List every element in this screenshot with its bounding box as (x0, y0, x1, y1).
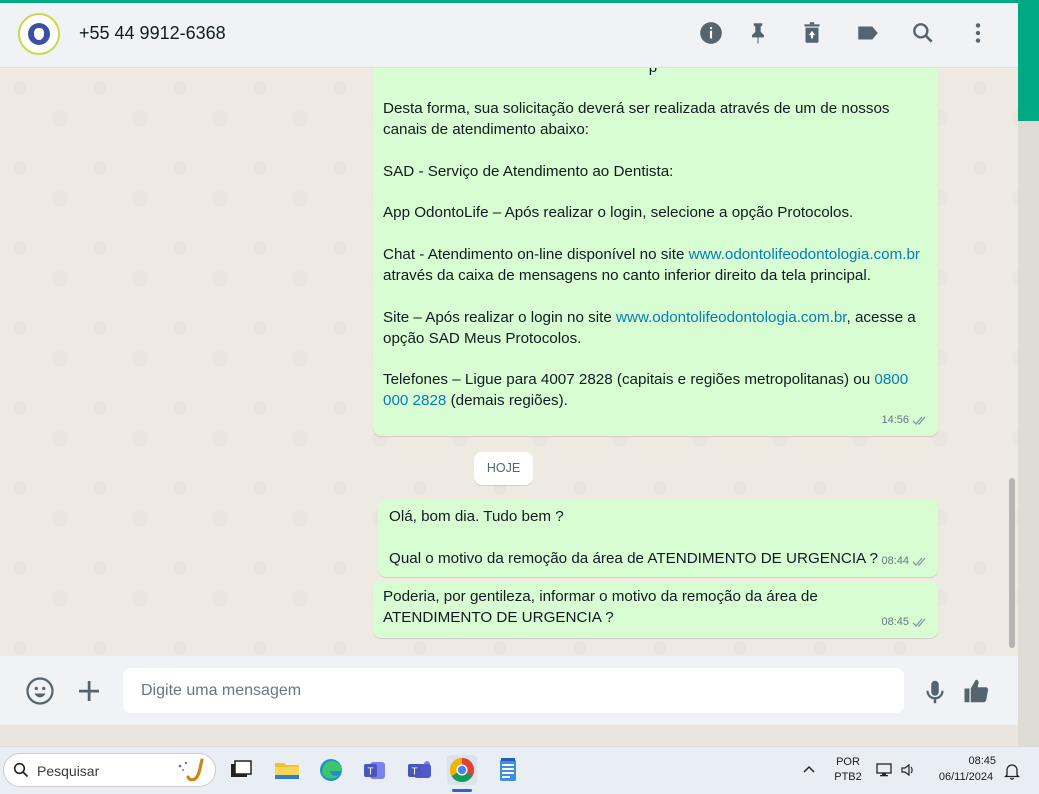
language-code: POR (836, 756, 860, 768)
message-paragraph: Desta forma, sua solicitação deverá ser … (383, 100, 890, 138)
teams-work-icon[interactable]: T (405, 755, 435, 785)
message-time: 14:56 (881, 414, 909, 427)
tooth-icon (34, 28, 44, 40)
pin-icon[interactable] (745, 20, 771, 46)
contact-avatar[interactable] (18, 13, 60, 55)
message-time: 08:44 (881, 555, 909, 568)
microphone-icon[interactable] (920, 677, 950, 707)
taskbar-search-box[interactable]: Pesquisar (3, 753, 216, 787)
window-right-accent (1018, 0, 1039, 121)
clock-date: 06/11/2024 (938, 771, 994, 783)
message-text: p Desta forma, sua solicitação deverá se… (383, 68, 923, 412)
message-list[interactable]: p Desta forma, sua solicitação deverá se… (0, 68, 1018, 656)
attach-plus-icon[interactable] (74, 676, 104, 706)
message-text: Poderia, por gentileza, informar o motiv… (383, 587, 843, 629)
double-check-icon (912, 618, 926, 628)
message-paragraph: Chat - Atendimento on-line disponível no… (383, 245, 923, 287)
chevron-up-icon[interactable] (801, 761, 817, 777)
message-meta: 08:44 (881, 551, 928, 572)
scrollbar-thumb[interactable] (1009, 478, 1015, 648)
clock[interactable]: 08:45 06/11/2024 (928, 755, 1004, 783)
svg-text:T: T (367, 767, 373, 778)
contact-name[interactable]: +55 44 9912-6368 (79, 23, 226, 44)
label-icon[interactable] (855, 20, 881, 46)
message-bubble-outgoing[interactable]: Olá, bom dia. Tudo bem ? Qual o motivo d… (378, 500, 938, 577)
message-bubble-outgoing[interactable]: Poderia, por gentileza, informar o motiv… (373, 581, 938, 638)
message-paragraph: Site – Após realizar o login no site www… (383, 308, 923, 350)
message-paragraph: App OdontoLife – Após realizar o login, … (383, 204, 854, 222)
keyboard-layout: PTB2 (834, 771, 862, 783)
taskbar-search-label: Pesquisar (37, 763, 100, 779)
chrome-icon[interactable] (447, 755, 477, 785)
message-meta: 08:45 (881, 612, 928, 633)
active-app-indicator (452, 789, 472, 792)
saxophone-icon (178, 758, 204, 782)
message-meta: 14:56 (881, 410, 928, 431)
search-icon (13, 762, 29, 778)
website-link[interactable]: www.odontolifeodontologia.com.br (689, 246, 920, 263)
notepad-icon[interactable] (493, 755, 523, 785)
task-view-icon[interactable] (226, 755, 256, 785)
file-explorer-icon[interactable] (272, 755, 302, 785)
message-paragraph: Qual o motivo da remoção da área de ATEN… (389, 549, 879, 567)
window-right-background (1018, 121, 1039, 746)
delete-icon[interactable] (799, 20, 825, 46)
double-check-icon (912, 557, 926, 567)
teams-icon[interactable]: T (361, 755, 391, 785)
text: Site – Após realizar o login no site (383, 308, 617, 326)
clock-time: 08:45 (968, 755, 996, 767)
windows-taskbar: Pesquisar T T POR PTB2 08:45 06/11/2024 (0, 746, 1039, 794)
thumbs-up-icon[interactable] (962, 676, 992, 706)
text: Chat - Atendimento on-line disponível no… (383, 246, 689, 264)
message-bubble-outgoing[interactable]: p Desta forma, sua solicitação deverá se… (373, 68, 938, 436)
message-paragraph: Olá, bom dia. Tudo bem ? (389, 508, 564, 525)
whatsapp-window: +55 44 9912-6368 p Desta forma, sua soli… (0, 3, 1018, 725)
message-input[interactable] (123, 668, 904, 713)
menu-icon[interactable] (965, 20, 991, 46)
partial-line: p (383, 68, 923, 78)
double-check-icon (912, 416, 926, 426)
message-time: 08:45 (881, 616, 909, 629)
chat-header: +55 44 9912-6368 (0, 3, 1018, 68)
composer (0, 656, 1018, 725)
emoji-icon[interactable] (25, 676, 55, 706)
input-language[interactable]: POR PTB2 (830, 756, 866, 783)
website-link[interactable]: www.odontolifeodontologia.com.br (616, 309, 847, 326)
message-paragraph: SAD - Serviço de Atendimento ao Dentista… (383, 162, 674, 180)
search-icon[interactable] (910, 20, 936, 46)
message-text: Olá, bom dia. Tudo bem ? Qual o motivo d… (389, 507, 929, 570)
text: (demais regiões). (446, 392, 568, 410)
text: Telefones – Ligue para 4007 2828 (capita… (383, 371, 875, 389)
notification-bell-icon[interactable] (1003, 762, 1021, 780)
edge-icon[interactable] (316, 755, 346, 785)
info-icon[interactable] (698, 20, 724, 46)
svg-text:T: T (411, 767, 417, 778)
message-paragraph: Poderia, por gentileza, informar o motiv… (383, 588, 818, 626)
volume-icon[interactable] (900, 762, 918, 778)
date-separator: HOJE (474, 452, 533, 485)
message-paragraph: Telefones – Ligue para 4007 2828 (capita… (383, 370, 923, 412)
network-icon[interactable] (876, 762, 894, 778)
text: através da caixa de mensagens no canto i… (383, 266, 871, 284)
